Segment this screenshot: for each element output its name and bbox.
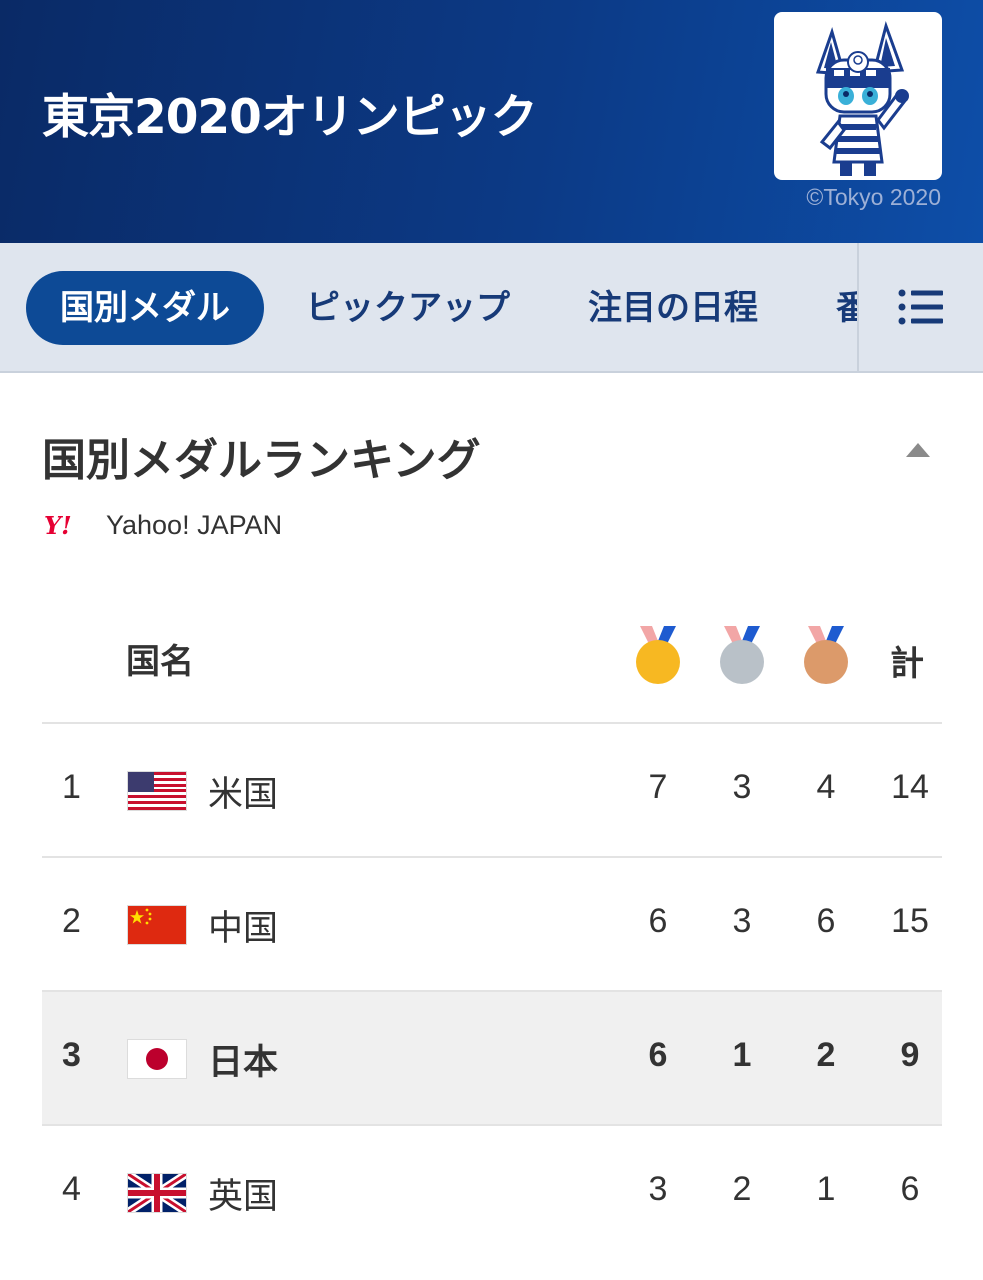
country-name: 米国: [208, 775, 279, 815]
table-row[interactable]: 3 日本 6 1 2 9: [42, 992, 942, 1126]
country-name: 英国: [208, 1177, 279, 1217]
tab-schedule[interactable]: 注目の日程: [588, 271, 758, 345]
bronze-count: 4: [816, 768, 836, 806]
table-row[interactable]: 2 中国 6 3 6 15: [42, 858, 942, 992]
total-count: 9: [900, 1036, 920, 1074]
silver-count: 1: [732, 1036, 752, 1074]
china-flag-icon: [128, 906, 186, 944]
bronze-count: 1: [816, 1170, 836, 1208]
tab-bar: 国別メダル ピックアップ 注目の日程 番: [0, 243, 983, 373]
menu-button[interactable]: [857, 243, 983, 371]
total-count: 14: [891, 768, 929, 806]
country-name: 日本: [208, 1043, 279, 1083]
silver-count: 2: [732, 1170, 752, 1208]
tab-pickup[interactable]: ピックアップ: [306, 271, 510, 345]
table-row[interactable]: 1 米国 7 3 4 14: [42, 724, 942, 858]
list-menu-icon: [898, 289, 943, 325]
table-row[interactable]: 4 英国 3 2 1 6: [42, 1126, 942, 1260]
rank: 3: [62, 1036, 81, 1074]
country-column-header: 国名: [126, 642, 194, 682]
app-header: 東京2020オリンピック ©Tokyo 2020: [0, 0, 983, 243]
bronze-medal-icon: [804, 626, 848, 684]
rank: 4: [62, 1170, 81, 1208]
page-title: 東京2020オリンピック: [42, 90, 538, 145]
section-title: 国別メダルランキング: [42, 435, 481, 486]
mascot-image[interactable]: [774, 12, 942, 180]
japan-flag-icon: [128, 1040, 186, 1078]
table-header: 国名 計: [42, 600, 942, 724]
uk-flag-icon: [128, 1174, 186, 1212]
svg-text:Y!: Y!: [44, 512, 72, 538]
rank: 1: [62, 768, 81, 806]
rank: 2: [62, 902, 81, 940]
country-name: 中国: [208, 909, 279, 949]
source-label: Yahoo! JAPAN: [106, 510, 283, 540]
silver-count: 3: [732, 768, 752, 806]
silver-medal-icon: [720, 626, 764, 684]
gold-count: 6: [648, 1036, 668, 1074]
miraitowa-mascot-icon: [815, 20, 909, 176]
triangle-up-icon: [906, 443, 930, 457]
collapse-button[interactable]: [905, 442, 931, 462]
tab-country-medals[interactable]: 国別メダル: [26, 271, 264, 345]
copyright-text: ©Tokyo 2020: [806, 184, 941, 210]
silver-count: 3: [732, 902, 752, 940]
usa-flag-icon: [128, 772, 186, 810]
bronze-count: 2: [816, 1036, 836, 1074]
gold-medal-icon: [636, 626, 680, 684]
bronze-count: 6: [816, 902, 836, 940]
total-count: 6: [900, 1170, 920, 1208]
gold-count: 7: [648, 768, 668, 806]
gold-count: 6: [648, 902, 668, 940]
total-count: 15: [891, 902, 929, 940]
total-column-header: 計: [890, 644, 924, 684]
yahoo-logo-icon: Y!: [44, 511, 86, 542]
gold-count: 3: [648, 1170, 668, 1208]
